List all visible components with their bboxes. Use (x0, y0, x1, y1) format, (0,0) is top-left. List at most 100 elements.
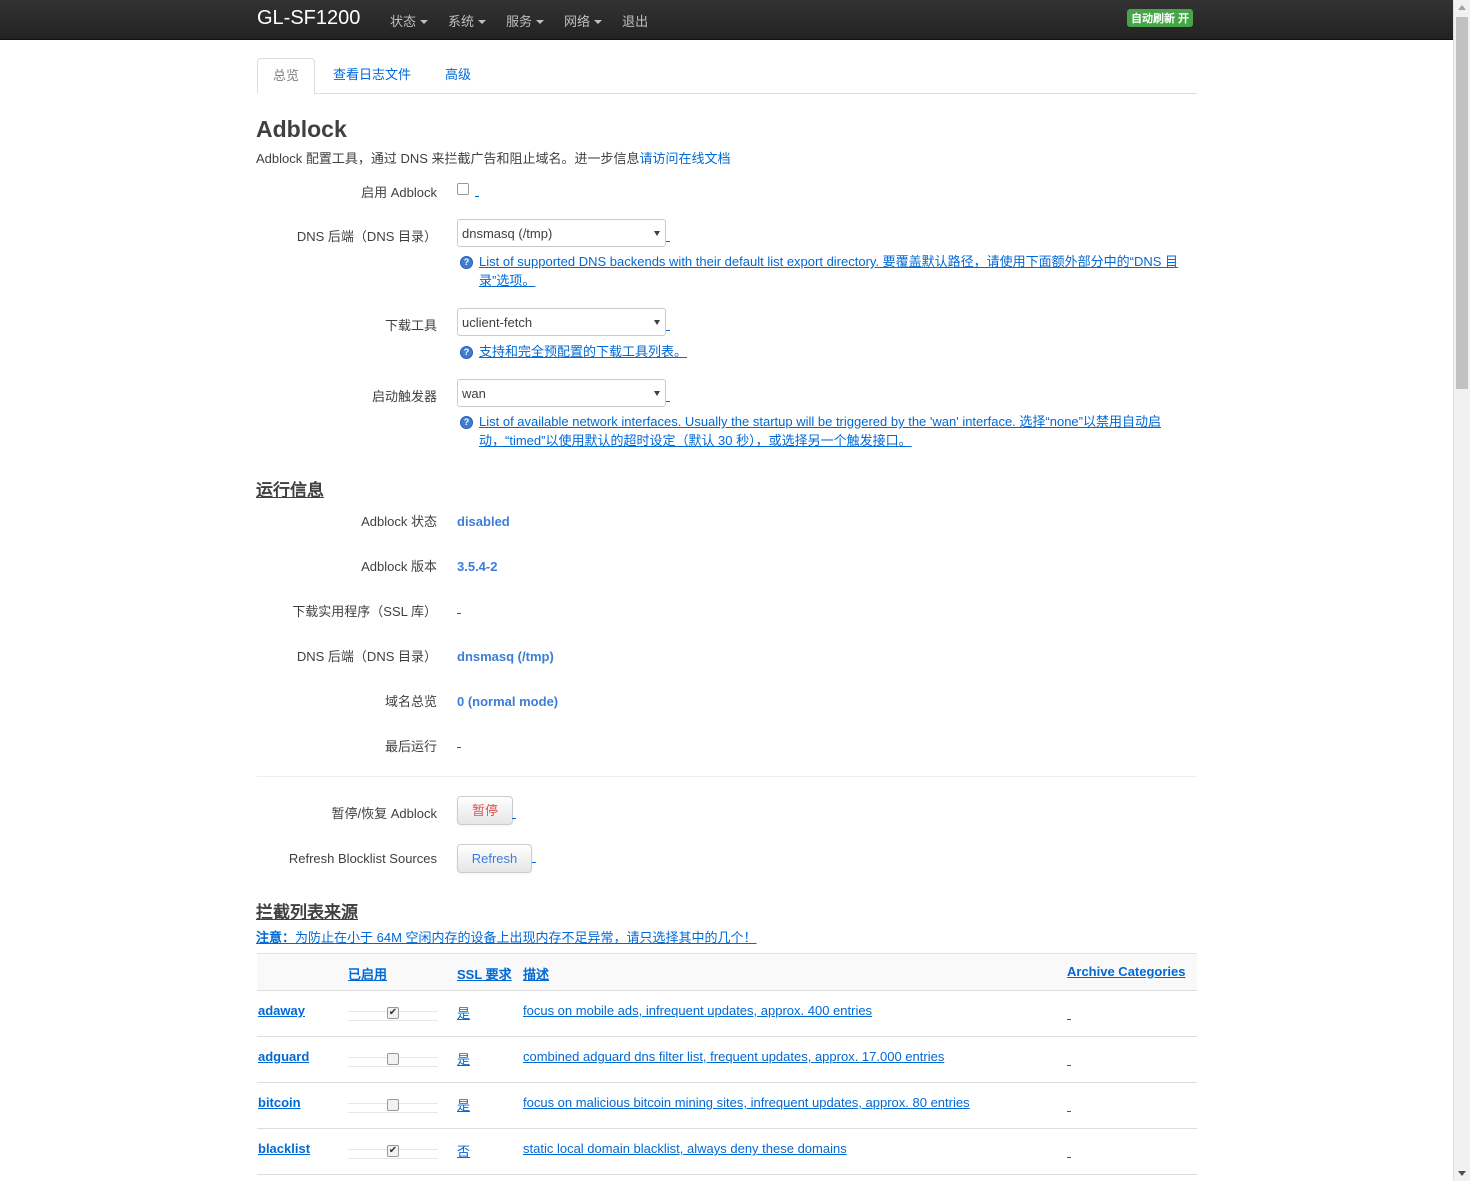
menu-services[interactable]: 服务 (506, 11, 545, 30)
refresh-button[interactable]: Refresh (457, 844, 532, 873)
enabled-checkbox[interactable]: ✔ (387, 1145, 399, 1157)
caret-down-icon (478, 19, 487, 24)
field-marker (532, 862, 536, 863)
source-name[interactable]: blacklist (258, 1141, 310, 1156)
field-marker (666, 401, 670, 402)
table-row: bitcoin 是 focus on malicious bitcoin min… (257, 1083, 1197, 1129)
tab-advanced[interactable]: 高级 (445, 58, 471, 94)
ssl-value[interactable]: 是 (457, 1095, 470, 1114)
runtime-label-domains: 域名总览 (384, 694, 437, 709)
menu-system[interactable]: 系统 (448, 11, 487, 30)
page-scrollbar[interactable] (1453, 0, 1470, 1181)
divider (257, 776, 1197, 777)
source-description[interactable]: static local domain blacklist, always de… (523, 1141, 847, 1156)
runtime-value-domains: 0 (normal mode) (457, 694, 559, 709)
download-utility-select[interactable]: uclient-fetch (457, 308, 666, 336)
select-arrow-icon (654, 320, 660, 325)
archive-categories-empty (1067, 1157, 1071, 1158)
online-docs-link[interactable]: 请访问在线文档 (640, 151, 731, 166)
select-arrow-icon (654, 391, 660, 396)
enabled-checkbox[interactable] (387, 1099, 399, 1111)
autorefresh-badge[interactable]: 自动刷新 开 (1127, 9, 1194, 27)
download-utility-value: uclient-fetch (462, 315, 533, 330)
refresh-label: Refresh Blocklist Sources (288, 851, 437, 866)
column-enabled[interactable]: 已启用 (348, 964, 387, 983)
runtime-heading: 运行信息 (256, 481, 324, 500)
column-ssl[interactable]: SSL 要求 (457, 964, 512, 983)
archive-categories-empty (1067, 1065, 1071, 1066)
ssl-value[interactable]: 是 (457, 1049, 470, 1068)
runtime-label-version: Adblock 版本 (361, 559, 437, 574)
runtime-value-ssl-empty (457, 613, 461, 614)
ssl-value[interactable]: 是 (457, 1003, 470, 1022)
startup-trigger-label: 启动触发器 (371, 389, 437, 404)
dns-backend-help: List of supported DNS backends with thei… (479, 254, 1179, 288)
column-archive[interactable]: Archive Categories (1067, 964, 1186, 979)
description-text: Adblock 配置工具，通过 DNS 来拦截广告和阻止域名。进一步信息 (256, 151, 640, 166)
suspend-label: 暂停/恢复 Adblock (331, 806, 437, 821)
scroll-thumb[interactable] (1456, 17, 1468, 389)
download-utility-label: 下载工具 (384, 318, 437, 333)
runtime-value-dns: dnsmasq (/tmp) (457, 649, 554, 664)
tab-view-log[interactable]: 查看日志文件 (333, 58, 411, 94)
menu-logout-label: 退出 (622, 14, 649, 29)
scroll-up-arrow-icon[interactable] (1458, 5, 1466, 10)
enable-adblock-label: 启用 Adblock (361, 185, 437, 200)
source-description[interactable]: combined adguard dns filter list, freque… (523, 1049, 944, 1064)
dns-backend-label: DNS 后端（DNS 目录） (296, 229, 437, 244)
runtime-value-lastrun-empty (457, 747, 461, 748)
note-label: 注意： (256, 930, 296, 945)
note-text: 为防止在小于 64M 空闲内存的设备上出现内存不足异常，请只选择其中的几个！ (295, 930, 757, 945)
tab-bar: 总览 查看日志文件 高级 (257, 58, 1197, 94)
archive-categories-empty (1067, 1019, 1071, 1020)
table-header: 已启用 SSL 要求 描述 Archive Categories (257, 953, 1197, 991)
menu-services-label: 服务 (506, 14, 533, 29)
menu-system-label: 系统 (448, 14, 475, 29)
source-name[interactable]: adaway (258, 1003, 305, 1018)
select-arrow-icon (654, 231, 660, 236)
menu-network-label: 网络 (564, 14, 591, 29)
caret-down-icon (594, 19, 603, 24)
ssl-value[interactable]: 否 (457, 1141, 470, 1160)
menu-status-label: 状态 (390, 14, 417, 29)
startup-trigger-value: wan (462, 386, 486, 401)
brand-title[interactable]: GL-SF1200 (257, 7, 360, 30)
field-marker (475, 196, 479, 197)
field-marker (666, 330, 670, 331)
table-row: adguard 是 combined adguard dns filter li… (257, 1037, 1197, 1083)
startup-trigger-select[interactable]: wan (457, 379, 666, 407)
menu-logout[interactable]: 退出 (622, 11, 648, 30)
top-navbar: GL-SF1200 状态 系统 服务 网络 退出 自动刷新 开 (0, 0, 1453, 40)
download-utility-help: 支持和完全预配置的下载工具列表。 (479, 344, 688, 359)
runtime-label-ssl: 下载实用程序（SSL 库） (292, 604, 437, 619)
runtime-label-lastrun: 最后运行 (384, 739, 437, 754)
dns-backend-select[interactable]: dnsmasq (/tmp) (457, 219, 666, 247)
help-icon: ? (460, 416, 473, 429)
caret-down-icon (420, 19, 429, 24)
blocklist-heading: 拦截列表来源 (256, 903, 358, 922)
source-name[interactable]: adguard (258, 1049, 309, 1064)
source-name[interactable]: bitcoin (258, 1095, 301, 1110)
page-description: Adblock 配置工具，通过 DNS 来拦截广告和阻止域名。进一步信息请访问在… (256, 148, 731, 167)
menu-status[interactable]: 状态 (390, 11, 429, 30)
source-description[interactable]: focus on mobile ads, infrequent updates,… (523, 1003, 872, 1018)
caret-down-icon (536, 19, 545, 24)
suspend-button[interactable]: 暂停 (457, 796, 513, 825)
table-row: blacklist ✔ 否 static local domain blackl… (257, 1129, 1197, 1175)
tab-overview[interactable]: 总览 (257, 58, 315, 94)
memory-note: 注意：为防止在小于 64M 空闲内存的设备上出现内存不足异常，请只选择其中的几个… (256, 927, 757, 946)
archive-categories-empty (1067, 1111, 1071, 1112)
scroll-down-arrow-icon[interactable] (1458, 1171, 1466, 1176)
column-description[interactable]: 描述 (523, 964, 549, 983)
enable-adblock-checkbox[interactable] (457, 183, 469, 195)
menu-network[interactable]: 网络 (564, 11, 603, 30)
table-row: adaway ✔ 是 focus on mobile ads, infreque… (257, 991, 1197, 1037)
runtime-label-dns: DNS 后端（DNS 目录） (296, 649, 437, 664)
dns-backend-value: dnsmasq (/tmp) (462, 226, 553, 241)
runtime-value-status: disabled (457, 514, 510, 529)
enabled-checkbox[interactable]: ✔ (387, 1007, 399, 1019)
enabled-checkbox[interactable] (387, 1053, 399, 1065)
source-description[interactable]: focus on malicious bitcoin mining sites,… (523, 1095, 970, 1110)
main-menu: 状态 系统 服务 网络 退出 (390, 11, 668, 30)
help-icon: ? (460, 346, 473, 359)
